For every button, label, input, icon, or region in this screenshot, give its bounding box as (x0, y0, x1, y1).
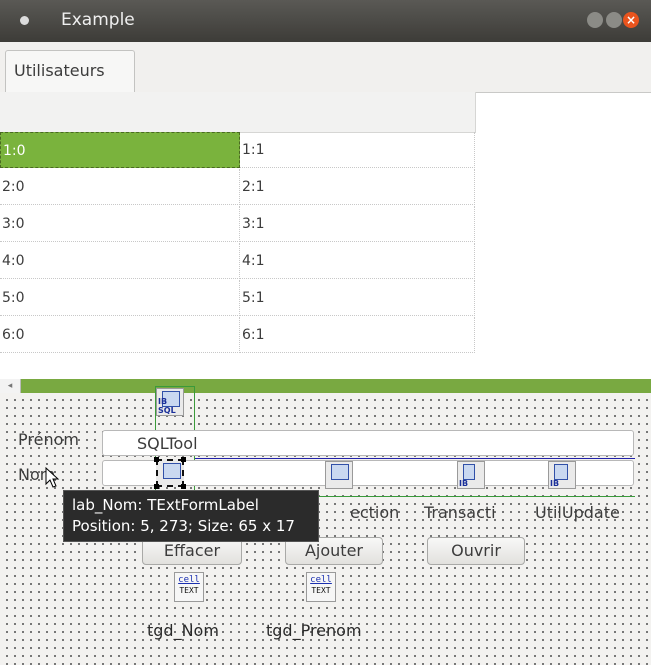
scroll-left-arrow-icon[interactable]: ◂ (0, 379, 21, 393)
tooltip-line: Position: 5, 273; Size: 65 x 17 (72, 517, 295, 535)
celltext-caption: cell (310, 575, 332, 585)
grid-cell[interactable]: 2:1 (240, 169, 475, 205)
utilupdate-component-label: UtilUpdate (535, 503, 620, 522)
window-title: Example (61, 10, 135, 30)
tab-label: Utilisateurs (14, 61, 105, 80)
minimize-button[interactable] (587, 12, 603, 28)
window-menu-icon[interactable] (20, 16, 29, 25)
tgd-nom-component-icon[interactable]: cell TEXT (174, 572, 204, 602)
resize-handle[interactable] (154, 457, 159, 462)
form-glyph-icon (163, 463, 181, 479)
component-tooltip: lab_Nom: TExtFormLabel Position: 5, 273;… (63, 490, 319, 542)
grid-cell[interactable]: 2:0 (0, 169, 240, 205)
utilupdate-component-icon[interactable]: IB (548, 461, 576, 489)
form-glyph-icon (331, 464, 349, 480)
transaction-component-label: Transacti (424, 503, 496, 522)
grid-cell[interactable]: 3:1 (240, 206, 475, 242)
prenom-field[interactable]: SQLTool (102, 430, 634, 456)
sqltool-component-icon[interactable]: IB SQL (156, 388, 184, 416)
resize-handle[interactable] (181, 457, 186, 462)
horizontal-scrollbar[interactable] (0, 379, 651, 393)
component-caption: IB (459, 479, 469, 488)
celltext-caption: cell (178, 575, 200, 585)
prenom-label[interactable]: Prénom (18, 430, 79, 449)
link-line (195, 458, 635, 459)
resize-handle[interactable] (181, 484, 186, 489)
tgd-prenom-label: tgd_Prenom (266, 621, 362, 640)
grid-row: 6:0 6:1 (0, 317, 475, 354)
tooltip-line: lab_Nom: TExtFormLabel (72, 496, 259, 514)
grid-cell-selected[interactable]: 1:0 (0, 132, 240, 168)
maximize-button[interactable] (606, 12, 622, 28)
grid-cell[interactable]: 5:1 (240, 280, 475, 316)
grid-cell[interactable]: 3:0 (0, 206, 240, 242)
grid-cell[interactable]: 5:0 (0, 280, 240, 316)
celltext-caption: TEXT (179, 586, 199, 595)
form-glyph-icon (554, 464, 568, 480)
transaction-component-icon[interactable]: IB (457, 461, 485, 489)
connection-component-label: ection (350, 503, 400, 522)
tgd-nom-label: tgd_Nom (147, 621, 219, 640)
celltext-caption: TEXT (311, 586, 331, 595)
component-caption: IB SQL (158, 397, 176, 415)
prenom-field-value: SQLTool (137, 434, 198, 453)
ouvrir-button[interactable]: Ouvrir (427, 537, 525, 565)
tab-utilisateurs[interactable]: Utilisateurs (5, 50, 135, 93)
resize-handle[interactable] (154, 484, 159, 489)
grid-cell[interactable]: 1:1 (240, 132, 475, 168)
component-caption: IB (550, 479, 560, 488)
grid-cell[interactable]: 4:1 (240, 243, 475, 279)
grid-row: 3:0 3:1 (0, 206, 475, 243)
data-grid[interactable]: 1:0 1:1 2:0 2:1 3:0 3:1 4:0 4:1 5:0 5:1 … (0, 92, 476, 379)
connection-component-icon[interactable] (325, 461, 353, 489)
grid-row: 5:0 5:1 (0, 280, 475, 317)
form-glyph-icon (463, 464, 475, 480)
grid-cell[interactable]: 4:0 (0, 243, 240, 279)
lab-nom-component-icon[interactable] (154, 457, 186, 489)
close-button[interactable]: × (623, 12, 639, 28)
mouse-pointer-icon (45, 467, 60, 488)
grid-row: 2:0 2:1 (0, 169, 475, 206)
grid-column-header[interactable] (240, 92, 476, 133)
grid-corner-header (0, 92, 241, 133)
grid-row: 1:0 1:1 (0, 132, 475, 169)
grid-row: 4:0 4:1 (0, 243, 475, 280)
grid-cell[interactable]: 6:1 (240, 317, 475, 353)
tgd-prenom-component-icon[interactable]: cell TEXT (306, 572, 336, 602)
grid-cell[interactable]: 6:0 (0, 317, 240, 353)
